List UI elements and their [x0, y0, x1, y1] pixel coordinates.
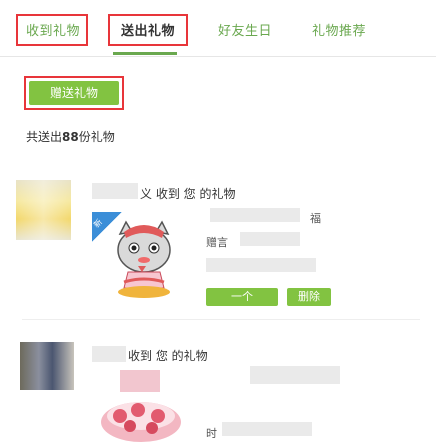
highlight-box-send-button: [24, 76, 124, 110]
gift-record-card: 收到 您 的礼物 时: [0, 330, 436, 445]
record-title: 收到 您 的礼物: [128, 349, 208, 363]
tab-friend-birthdays[interactable]: 好友生日: [218, 20, 272, 39]
blurred-image: [120, 370, 160, 392]
sent-summary: 共送出88份礼物: [26, 128, 115, 145]
summary-prefix: 共送出: [26, 130, 63, 144]
blurred-text: [210, 208, 300, 222]
highlight-box-sent: [108, 14, 188, 46]
summary-count: 88: [62, 130, 79, 144]
flower-cake-gift-image: [101, 402, 181, 442]
greeting-line-end: 福: [310, 212, 321, 225]
record-title: 义 收到 您 的礼物: [140, 187, 236, 201]
avatar[interactable]: [16, 180, 71, 240]
cat-cake-gift-image: [117, 220, 171, 298]
time-label-partial: 时: [206, 427, 217, 440]
highlight-box-received: [16, 14, 88, 46]
blurred-text: [240, 232, 300, 246]
blurred-name: [92, 346, 126, 362]
blurred-text: [250, 366, 340, 384]
new-badge-label: 新: [91, 217, 105, 230]
send-another-label: 一个: [231, 290, 253, 303]
blurred-text: [206, 258, 316, 272]
blurred-text: [222, 422, 312, 436]
active-tab-indicator: [113, 52, 177, 55]
delete-button[interactable]: 删除: [287, 288, 331, 306]
delete-label: 删除: [298, 290, 320, 303]
summary-suffix: 份礼物: [78, 130, 115, 144]
send-another-button[interactable]: 一个: [206, 288, 278, 306]
blurred-name: [92, 183, 138, 199]
message-label: 赠言: [206, 236, 228, 249]
gift-record-card: 义 收到 您 的礼物 新 福 赠言 一个 删除: [0, 170, 436, 320]
avatar[interactable]: [20, 342, 74, 390]
tab-gift-recommendations[interactable]: 礼物推荐: [312, 20, 366, 39]
card-divider: [22, 319, 420, 320]
